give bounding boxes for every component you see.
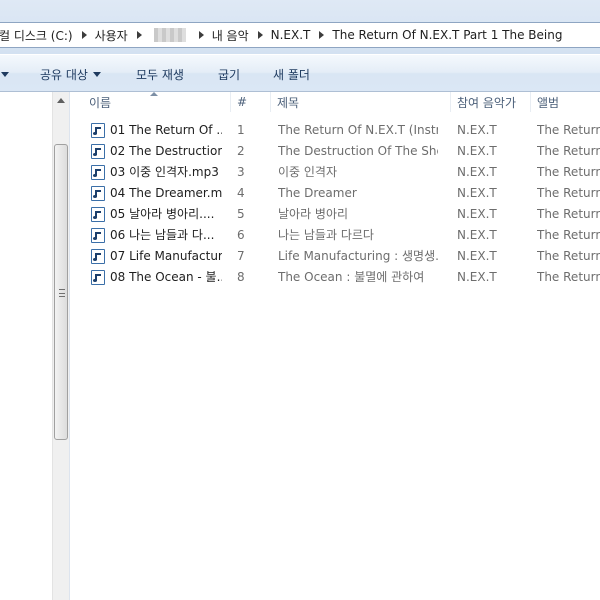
track-album: The Return Of N.EX.T	[537, 144, 600, 158]
breadcrumb-username[interactable]	[148, 23, 193, 47]
play-all-label: 모두 재생	[136, 67, 184, 82]
track-artist: N.EX.T	[457, 123, 497, 137]
file-row[interactable]: 07 Life Manufactur... 7 Life Manufacturi…	[71, 246, 600, 267]
grip-icon	[59, 289, 65, 297]
file-row[interactable]: 01 The Return Of ... 1 The Return Of N.E…	[71, 120, 600, 141]
breadcrumb-my-music[interactable]: 내 음악	[210, 23, 252, 47]
nav-scrollbar[interactable]	[52, 92, 69, 600]
track-artist: N.EX.T	[457, 249, 497, 263]
command-bar: 공유 대상 모두 재생 굽기 새 폴더	[0, 54, 600, 92]
column-header-album[interactable]: 앨범	[531, 92, 600, 112]
track-title: Life Manufacturing : 생명생...	[278, 249, 438, 263]
file-name: 02 The Destruction...	[110, 144, 222, 158]
track-number: 7	[237, 249, 245, 263]
track-artist: N.EX.T	[457, 228, 497, 242]
file-name: 08 The Ocean - 불...	[110, 270, 222, 284]
track-title: The Return Of N.EX.T (Instru...	[278, 123, 438, 137]
track-number: 8	[237, 270, 245, 284]
breadcrumb-album[interactable]: The Return Of N.EX.T Part 1 The Being	[330, 23, 565, 47]
breadcrumb-drive[interactable]: 컬 디스크 (C:)	[0, 23, 76, 47]
track-artist: N.EX.T	[457, 270, 497, 284]
burn-button[interactable]: 굽기	[218, 55, 240, 93]
audio-file-icon	[91, 186, 105, 201]
track-title: 나는 남들과 다르다	[278, 228, 374, 242]
file-row[interactable]: 02 The Destruction... 2 The Destruction …	[71, 141, 600, 162]
track-album: The Return Of N.EX.T	[537, 207, 600, 221]
file-name: 01 The Return Of ...	[110, 123, 222, 137]
address-bar-area: 컬 디스크 (C:) 사용자 내 음악 N.EX.T The Return Of…	[0, 0, 600, 54]
track-artist: N.EX.T	[457, 144, 497, 158]
track-number: 4	[237, 186, 245, 200]
file-name: 05 날아라 병아리....	[110, 207, 215, 221]
audio-file-icon	[91, 165, 105, 180]
audio-file-icon	[91, 270, 105, 285]
track-number: 2	[237, 144, 245, 158]
column-headers: 이름 # 제목 참여 음악가 앨범	[71, 92, 600, 112]
address-bar[interactable]: 컬 디스크 (C:) 사용자 내 음악 N.EX.T The Return Of…	[0, 22, 600, 48]
audio-file-icon	[91, 207, 105, 222]
file-row[interactable]: 06 나는 남들과 다... 6 나는 남들과 다르다 N.EX.T The R…	[71, 225, 600, 246]
scroll-up-icon[interactable]	[57, 98, 65, 103]
track-number: 6	[237, 228, 245, 242]
breadcrumb-artist[interactable]: N.EX.T	[269, 23, 314, 47]
file-row[interactable]: 03 이중 인격자.mp3 3 이중 인격자 N.EX.T The Return…	[71, 162, 600, 183]
file-list: 01 The Return Of ... 1 The Return Of N.E…	[71, 120, 600, 288]
track-album: The Return Of N.EX.T	[537, 165, 600, 179]
track-artist: N.EX.T	[457, 165, 497, 179]
redacted-username	[153, 28, 186, 42]
audio-file-icon	[91, 123, 105, 138]
track-title: 이중 인격자	[278, 165, 338, 179]
track-artist: N.EX.T	[457, 207, 497, 221]
file-row[interactable]: 05 날아라 병아리.... 5 날아라 병아리 N.EX.T The Retu…	[71, 204, 600, 225]
track-artist: N.EX.T	[457, 186, 497, 200]
track-album: The Return Of N.EX.T	[537, 249, 600, 263]
audio-file-icon	[91, 144, 105, 159]
share-with-button[interactable]: 공유 대상	[40, 55, 101, 93]
track-number: 1	[237, 123, 245, 137]
chevron-right-icon[interactable]	[257, 31, 263, 39]
breadcrumb-users[interactable]: 사용자	[93, 23, 131, 47]
file-name: 03 이중 인격자.mp3	[110, 165, 219, 179]
column-header-name[interactable]: 이름	[71, 92, 231, 112]
file-name: 07 Life Manufactur...	[110, 249, 222, 263]
caret-down-icon	[92, 71, 101, 77]
new-folder-button[interactable]: 새 폴더	[273, 55, 310, 93]
chevron-right-icon[interactable]	[136, 31, 142, 39]
file-name: 04 The Dreamer.m...	[110, 186, 222, 200]
file-row[interactable]: 04 The Dreamer.m... 4 The Dreamer N.EX.T…	[71, 183, 600, 204]
chevron-right-icon[interactable]	[198, 31, 204, 39]
chevron-right-icon[interactable]	[319, 31, 325, 39]
file-name: 06 나는 남들과 다...	[110, 228, 215, 242]
track-album: The Return Of N.EX.T	[537, 186, 600, 200]
column-header-title[interactable]: 제목	[271, 92, 451, 112]
track-album: The Return Of N.EX.T	[537, 228, 600, 242]
share-with-label: 공유 대상	[40, 67, 88, 82]
track-album: The Return Of N.EX.T	[537, 270, 600, 284]
track-number: 5	[237, 207, 245, 221]
audio-file-icon	[91, 228, 105, 243]
track-title: 날아라 병아리	[278, 207, 349, 221]
column-header-artist[interactable]: 참여 음악가	[451, 92, 531, 112]
file-row[interactable]: 08 The Ocean - 불... 8 The Ocean : 불멸에 관하…	[71, 267, 600, 288]
burn-label: 굽기	[218, 67, 241, 82]
chevron-right-icon[interactable]	[81, 31, 87, 39]
caret-down-icon	[1, 71, 9, 77]
scrollbar-thumb[interactable]	[54, 144, 68, 440]
organize-dropdown-caret[interactable]	[0, 55, 9, 93]
play-all-button[interactable]: 모두 재생	[136, 55, 184, 93]
track-title: The Ocean : 불멸에 관하여	[278, 270, 425, 284]
new-folder-label: 새 폴더	[273, 67, 310, 82]
track-album: The Return Of N.EX.T	[537, 123, 600, 137]
audio-file-icon	[91, 249, 105, 264]
column-header-number[interactable]: #	[231, 92, 271, 112]
track-title: The Destruction Of The Shell...	[278, 144, 438, 158]
track-title: The Dreamer	[278, 186, 357, 200]
track-number: 3	[237, 165, 245, 179]
